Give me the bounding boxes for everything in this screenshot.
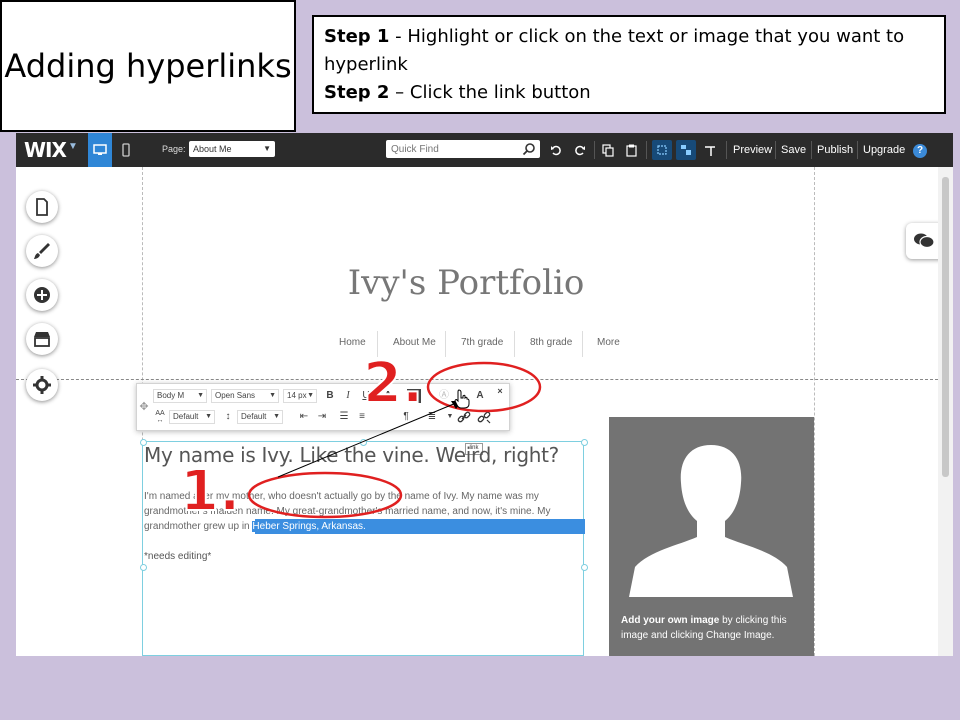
slide-title-box: Adding hyperlinks (0, 0, 296, 132)
step-1: Step 1 - Highlight or click on the text … (324, 26, 905, 75)
step1-circle (247, 471, 403, 519)
step2-circle (426, 361, 542, 413)
step1-number: 1. (179, 458, 241, 525)
slide-title: Adding hyperlinks (4, 47, 292, 85)
steps-box: Step 1 - Highlight or click on the text … (312, 15, 946, 114)
step2-number: 2. (362, 350, 424, 417)
hand-cursor-icon (454, 389, 470, 409)
editor-screenshot: WIX ▼ Page: About Me ▼ Preview Save Publ… (16, 133, 953, 656)
step-2: Step 2 – Click the link button (324, 82, 591, 103)
annotation-overlay (247, 361, 542, 519)
